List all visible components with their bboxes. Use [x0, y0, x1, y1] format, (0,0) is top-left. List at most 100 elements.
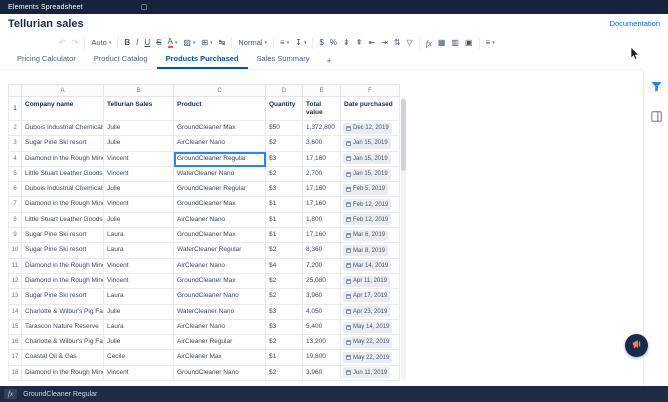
row-number[interactable]: 7	[8, 197, 22, 212]
cell-total[interactable]: 3,600	[303, 136, 341, 151]
column-header-a[interactable]: A	[22, 84, 104, 97]
cell-quantity[interactable]: $2	[266, 136, 303, 151]
cell-quantity[interactable]: $2	[266, 335, 303, 350]
cell-date[interactable]: Feb 5, 2019	[341, 182, 400, 197]
chart-button[interactable]: ▥	[448, 35, 462, 51]
row-number[interactable]: 14	[8, 305, 22, 320]
row-number[interactable]: 8	[8, 213, 22, 228]
cell-total[interactable]: 19,800	[303, 350, 341, 365]
cell-total[interactable]: 1,372,800	[303, 121, 341, 136]
cell-total[interactable]: 2,700	[303, 167, 341, 182]
cell-total[interactable]: 4,050	[303, 305, 341, 320]
table-button[interactable]: ▦	[435, 35, 449, 51]
row-number[interactable]: 2	[8, 121, 22, 136]
column-header-f[interactable]: F	[341, 84, 400, 97]
filter-toolbar-button[interactable]: ▽	[404, 35, 416, 51]
header-cell-product[interactable]: Product	[174, 97, 266, 121]
cell-quantity[interactable]: $2	[266, 289, 303, 304]
cell-date[interactable]: Apr 23, 2019	[341, 305, 400, 320]
add-sheet-button[interactable]: +	[318, 55, 339, 69]
cell-product[interactable]: GroundCleaner Max	[174, 228, 266, 243]
formula-bar-value[interactable]: GroundCleaner Regular	[23, 391, 97, 398]
cell-product[interactable]: AirCleaner Nano	[174, 213, 266, 228]
cell-company[interactable]: Sugar Pine Ski resort	[22, 289, 104, 304]
cell-product[interactable]: WaterCleaner Nano	[174, 305, 266, 320]
cell-total[interactable]: 13,200	[303, 335, 341, 350]
cell-sales[interactable]: Vincent	[104, 197, 174, 212]
row-number[interactable]: 17	[8, 350, 22, 365]
row-number[interactable]: 10	[8, 243, 22, 258]
app-grid-icon[interactable]: ▢	[141, 3, 148, 11]
cell-product[interactable]: GroundCleaner Nano	[174, 289, 266, 304]
cell-quantity[interactable]: $1	[266, 228, 303, 243]
cell-product[interactable]: GroundCleaner Nano	[174, 366, 266, 381]
row-number[interactable]: 5	[8, 167, 22, 182]
cell-product[interactable]: WaterCleaner Regular	[174, 243, 266, 258]
cell-company[interactable]: Little Stuart Leather Goods	[22, 213, 104, 228]
row-number[interactable]: 13	[8, 289, 22, 304]
cell-date[interactable]: Jun 11, 2019	[341, 366, 400, 381]
cell-quantity[interactable]: $50	[266, 121, 303, 136]
cell-quantity[interactable]: $3	[266, 182, 303, 197]
cell-quantity[interactable]: $1	[266, 213, 303, 228]
cell-sales[interactable]: Cecile	[104, 350, 174, 365]
strikethrough-button[interactable]: S	[153, 35, 164, 51]
column-header-e[interactable]: E	[303, 84, 341, 97]
cell-company[interactable]: Charlotte & Wilbur's Pig Farm	[22, 305, 104, 320]
bold-button[interactable]: B	[121, 35, 133, 51]
documentation-link[interactable]: Documentation	[610, 19, 660, 28]
cell-product[interactable]: WaterCleaner Nano	[174, 167, 266, 182]
header-cell-company[interactable]: Company name	[22, 97, 104, 121]
announcement-button[interactable]	[625, 334, 648, 357]
cell-date[interactable]: May 14, 2019	[341, 320, 400, 335]
function-button[interactable]: fx	[423, 35, 435, 51]
cell-product[interactable]: AirCleaner Nano	[174, 136, 266, 151]
cell-sales[interactable]: Laura	[104, 228, 174, 243]
cell-sales[interactable]: Vincent	[104, 152, 174, 167]
cell-total[interactable]: 17,160	[303, 228, 341, 243]
cell-date[interactable]: Feb 12, 2019	[341, 197, 400, 212]
cell-company[interactable]: Sugar Pine Ski resort	[22, 243, 104, 258]
cell-product[interactable]: GroundCleaner Regular	[174, 152, 266, 167]
cell-company[interactable]: Diamond in the Rough Mine	[22, 259, 104, 274]
column-header-b[interactable]: B	[104, 84, 174, 97]
style-select[interactable]: Normal ▾	[235, 35, 270, 51]
cell-quantity[interactable]: $3	[266, 305, 303, 320]
cell-product[interactable]: AirCleaner Nano	[174, 320, 266, 335]
cell-company[interactable]: Diamond in the Rough Mine	[22, 197, 104, 212]
cell-company[interactable]: Charlotte & Wilbur's Pig Farm	[22, 335, 104, 350]
cell-sales[interactable]: Laura	[104, 243, 174, 258]
percent-format-button[interactable]: %	[327, 35, 340, 51]
cell-company[interactable]: Sugar Pine Ski resort	[22, 228, 104, 243]
cell-total[interactable]: 25,080	[303, 274, 341, 289]
column-header-c[interactable]: C	[174, 84, 266, 97]
cell-date[interactable]: May 22, 2019	[341, 350, 400, 365]
cell-sales[interactable]: Vincent	[104, 259, 174, 274]
text-color-button[interactable]: A ▾	[165, 35, 181, 51]
cell-quantity[interactable]: $2	[266, 243, 303, 258]
row-number[interactable]: 1	[8, 97, 22, 121]
cell-product[interactable]: AirCleaner Max	[174, 350, 266, 365]
cell-sales[interactable]: Vincent	[104, 274, 174, 289]
cell-quantity[interactable]: $3	[266, 152, 303, 167]
cell-total[interactable]: 1,800	[303, 213, 341, 228]
cell-product[interactable]: GroundCleaner Max	[174, 197, 266, 212]
row-number[interactable]: 6	[8, 182, 22, 197]
row-number[interactable]: 4	[8, 152, 22, 167]
fill-color-button[interactable]: ▨ ▾	[180, 35, 198, 51]
cell-quantity[interactable]: $4	[266, 259, 303, 274]
merge-cells-button[interactable]: ↹	[216, 35, 229, 51]
tab-products-purchased[interactable]: Products Purchased	[157, 51, 248, 69]
header-cell-date[interactable]: Date purchased	[341, 97, 400, 121]
currency-format-button[interactable]: $	[316, 35, 326, 51]
cell-quantity[interactable]: $2	[266, 366, 303, 381]
cell-date[interactable]: Feb 12, 2019	[341, 213, 400, 228]
cell-quantity[interactable]: $2	[266, 274, 303, 289]
align-vertical-button[interactable]: ↧ ▾	[292, 35, 309, 51]
cell-product[interactable]: GroundCleaner Max	[174, 274, 266, 289]
cell-total[interactable]: 7,200	[303, 259, 341, 274]
cell-date[interactable]: Mar 8, 2019	[341, 243, 400, 258]
cell-date[interactable]: Apr 11, 2019	[341, 274, 400, 289]
cell-company[interactable]: Dubois Industrial Chemicals	[22, 182, 104, 197]
cell-quantity[interactable]: $1	[266, 197, 303, 212]
